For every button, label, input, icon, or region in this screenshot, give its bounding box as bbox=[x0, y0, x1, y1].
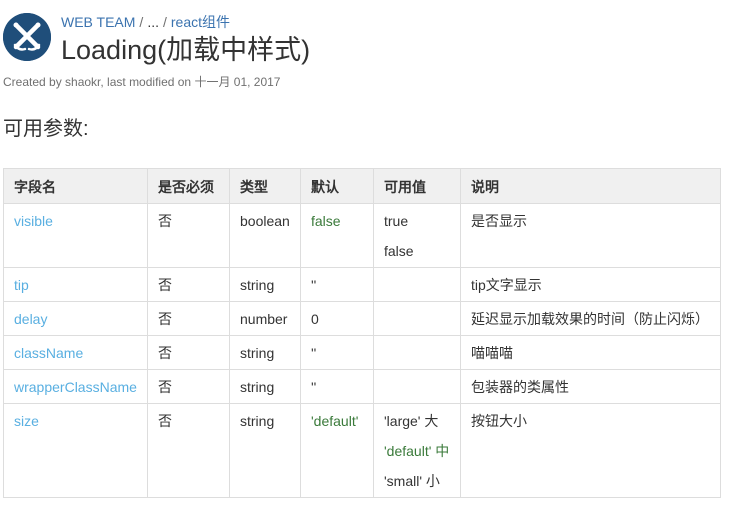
default-cell: '' bbox=[300, 335, 374, 370]
column-header-default: 默认 bbox=[300, 168, 374, 204]
page-title: Loading(加载中样式) bbox=[61, 35, 311, 65]
table-row: delay 否 number 0 延迟显示加载效果的时间（防止闪烁） bbox=[3, 301, 721, 336]
value-option: 'large' 大 bbox=[384, 413, 439, 429]
default-cell: '' bbox=[300, 369, 374, 404]
column-header-required: 是否必须 bbox=[147, 168, 230, 204]
section-heading: 可用参数: bbox=[3, 118, 89, 140]
space-logo-icon[interactable] bbox=[3, 13, 51, 61]
value-option: true bbox=[384, 213, 409, 229]
values-cell: 'large' 大 'default' 中 'small' 小 bbox=[373, 403, 461, 498]
required-cell: 否 bbox=[147, 403, 230, 498]
value-option: 'default' 中 bbox=[384, 443, 450, 459]
description-cell: tip文字显示 bbox=[460, 267, 721, 302]
type-cell: string bbox=[229, 369, 301, 404]
required-cell: 否 bbox=[147, 203, 230, 268]
table-header-row: 字段名 是否必须 类型 默认 可用值 说明 bbox=[3, 168, 721, 204]
breadcrumb-ellipsis[interactable]: ... bbox=[147, 14, 159, 30]
required-cell: 否 bbox=[147, 267, 230, 302]
field-name: delay bbox=[3, 301, 148, 336]
table-row: visible 否 boolean false true false 是否显示 bbox=[3, 203, 721, 268]
description-cell: 包装器的类属性 bbox=[460, 369, 721, 404]
table-row: wrapperClassName 否 string '' 包装器的类属性 bbox=[3, 369, 721, 404]
values-cell bbox=[373, 267, 461, 302]
type-cell: string bbox=[229, 267, 301, 302]
values-cell bbox=[373, 369, 461, 404]
required-cell: 否 bbox=[147, 335, 230, 370]
field-name: tip bbox=[3, 267, 148, 302]
table-row: size 否 string 'default' 'large' 大 'defau… bbox=[3, 403, 721, 498]
breadcrumb: WEB TEAM /... / react组件 bbox=[61, 13, 230, 31]
default-cell: 'default' bbox=[300, 403, 374, 498]
table-row: className 否 string '' 喵喵喵 bbox=[3, 335, 721, 370]
type-cell: number bbox=[229, 301, 301, 336]
column-header-description: 说明 bbox=[460, 168, 721, 204]
value-option: 'small' 小 bbox=[384, 473, 440, 489]
column-header-type: 类型 bbox=[229, 168, 301, 204]
page-byline: Created by shaokr, last modified on 十一月 … bbox=[3, 75, 281, 89]
values-cell bbox=[373, 335, 461, 370]
description-cell: 按钮大小 bbox=[460, 403, 721, 498]
breadcrumb-separator: / bbox=[139, 14, 144, 30]
description-cell: 是否显示 bbox=[460, 203, 721, 268]
column-header-values: 可用值 bbox=[373, 168, 461, 204]
type-cell: string bbox=[229, 403, 301, 498]
type-cell: string bbox=[229, 335, 301, 370]
default-cell: false bbox=[300, 203, 374, 268]
field-name: wrapperClassName bbox=[3, 369, 148, 404]
values-cell: true false bbox=[373, 203, 461, 268]
description-cell: 延迟显示加载效果的时间（防止闪烁） bbox=[460, 301, 721, 336]
table-row: tip 否 string '' tip文字显示 bbox=[3, 267, 721, 302]
values-cell bbox=[373, 301, 461, 336]
description-cell: 喵喵喵 bbox=[460, 335, 721, 370]
breadcrumb-separator: / bbox=[162, 14, 167, 30]
required-cell: 否 bbox=[147, 301, 230, 336]
field-name: className bbox=[3, 335, 148, 370]
params-table: 字段名 是否必须 类型 默认 可用值 说明 visible 否 boolean … bbox=[3, 168, 721, 498]
required-cell: 否 bbox=[147, 369, 230, 404]
breadcrumb-space-link[interactable]: WEB TEAM bbox=[61, 14, 135, 30]
type-cell: boolean bbox=[229, 203, 301, 268]
default-cell: '' bbox=[300, 267, 374, 302]
default-cell: 0 bbox=[300, 301, 374, 336]
breadcrumb-parent-link[interactable]: react组件 bbox=[171, 14, 230, 30]
field-name: size bbox=[3, 403, 148, 498]
value-option: false bbox=[384, 243, 414, 259]
column-header-field: 字段名 bbox=[3, 168, 148, 204]
field-name: visible bbox=[3, 203, 148, 268]
